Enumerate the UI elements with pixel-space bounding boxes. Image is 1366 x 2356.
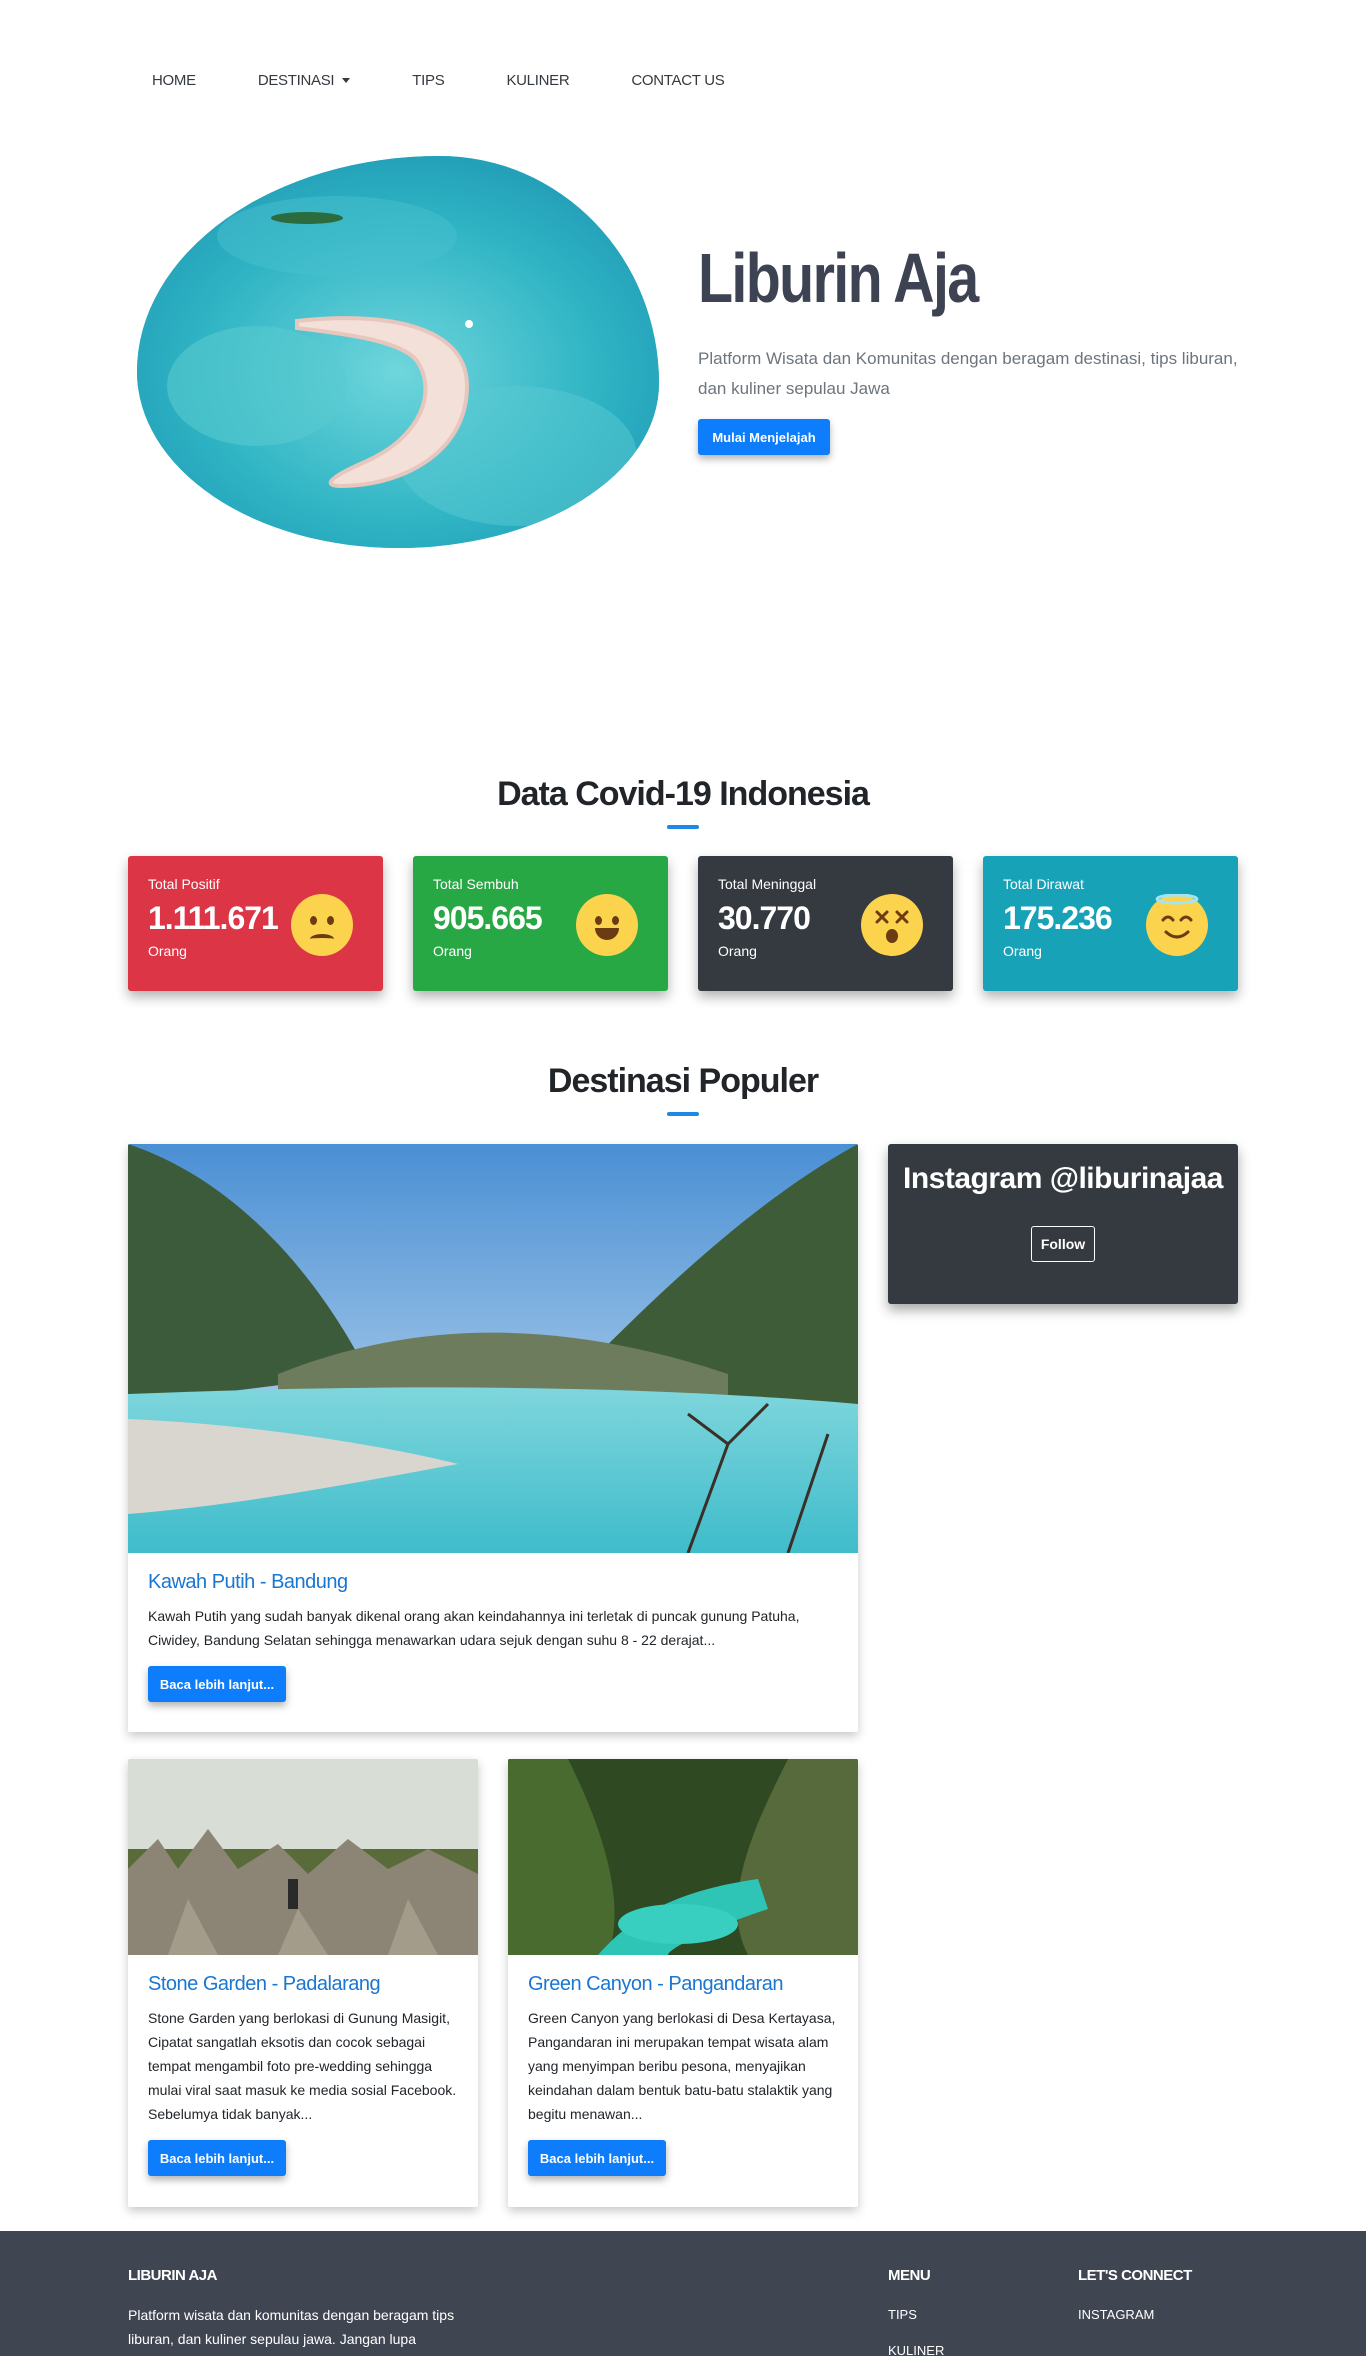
covid-section-title: Data Covid-19 Indonesia (497, 775, 870, 813)
footer: LIBURIN AJA Platform wisata dan komunita… (0, 2231, 1366, 2356)
nav-contact-us[interactable]: CONTACT US (631, 72, 724, 89)
read-more-button[interactable]: Baca lebih lanjut... (528, 2140, 666, 2176)
nav-destinasi-label: DESTINASI (257, 72, 335, 89)
follow-button[interactable]: Follow (1031, 1226, 1095, 1262)
covid-label: Total Sembuh (433, 876, 519, 892)
read-more-button[interactable]: Baca lebih lanjut... (148, 1666, 286, 1702)
main-nav: HOME DESTINASI TIPS KULINER CONTACT US (152, 72, 786, 89)
nav-destinasi[interactable]: DESTINASI (257, 72, 351, 89)
nav-kuliner[interactable]: KULINER (506, 72, 569, 89)
destinations-section-title: Destinasi Populer (547, 1062, 819, 1100)
caret-down-icon (342, 78, 351, 83)
footer-link-kuliner[interactable]: KULINER (888, 2343, 944, 2356)
halo-face-icon (1146, 894, 1208, 956)
footer-link-tips[interactable]: TIPS (888, 2307, 917, 2322)
footer-menu-heading: MENU (888, 2267, 931, 2284)
happy-face-icon (576, 894, 638, 956)
covid-label: Total Meninggal (718, 876, 817, 892)
covid-card-positif: Total Positif 1.111.671 Orang (128, 856, 383, 991)
footer-link-instagram[interactable]: INSTAGRAM (1078, 2307, 1154, 2322)
stone-garden-image (128, 1759, 478, 1955)
covid-title-underline (667, 825, 699, 829)
read-more-button[interactable]: Baca lebih lanjut... (148, 2140, 286, 2176)
card-title[interactable]: Kawah Putih - Bandung (148, 1571, 838, 1594)
covid-card-dirawat: Total Dirawat 175.236 Orang (983, 856, 1238, 991)
card-text: Stone Garden yang berlokasi di Gunung Ma… (148, 2010, 457, 2122)
green-canyon-image (508, 1759, 858, 1955)
card-text: Green Canyon yang berlokasi di Desa Kert… (528, 2010, 836, 2122)
card-text: Kawah Putih yang sudah banyak dikenal or… (148, 1608, 800, 1648)
destination-card-kawah-putih: Kawah Putih - Bandung Kawah Putih yang s… (128, 1144, 858, 1732)
covid-label: Total Positif (148, 876, 220, 892)
hero-title: Liburin Aja (698, 239, 979, 317)
kawah-putih-image (128, 1144, 858, 1553)
hero-image (137, 156, 659, 548)
nav-home[interactable]: HOME (152, 72, 196, 89)
covid-card-meninggal: Total Meninggal 30.770 Orang (698, 856, 953, 991)
covid-card-sembuh: Total Sembuh 905.665 Orang (413, 856, 668, 991)
card-title[interactable]: Stone Garden - Padalarang (148, 1973, 458, 1996)
footer-description: Platform wisata dan komunitas dengan ber… (128, 2307, 455, 2356)
covid-label: Total Dirawat (1003, 876, 1084, 892)
hero-description: Platform Wisata dan Komunitas dengan ber… (698, 349, 1238, 398)
destinations-title-underline (667, 1112, 699, 1116)
card-title[interactable]: Green Canyon - Pangandaran (528, 1973, 838, 1996)
explore-button[interactable]: Mulai Menjelajah (698, 419, 830, 455)
destination-card-stone-garden: Stone Garden - Padalarang Stone Garden y… (128, 1759, 478, 2207)
destination-card-green-canyon: Green Canyon - Pangandaran Green Canyon … (508, 1759, 858, 2207)
footer-connect-heading: LET'S CONNECT (1078, 2267, 1192, 2284)
instagram-widget: Instagram @liburinajaa Follow (888, 1144, 1238, 1304)
nav-tips[interactable]: TIPS (412, 72, 444, 89)
instagram-title: Instagram @liburinajaa (902, 1162, 1224, 1195)
sad-face-icon (291, 894, 353, 956)
dizzy-face-icon (861, 894, 923, 956)
footer-brand: LIBURIN AJA (128, 2267, 217, 2284)
